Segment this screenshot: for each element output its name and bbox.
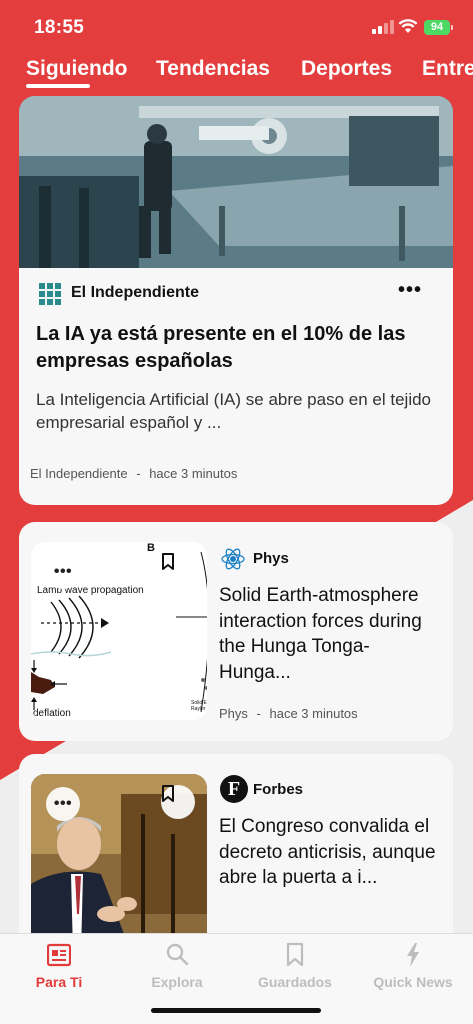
meta-source: El Independiente bbox=[30, 466, 128, 481]
phys-logo-icon bbox=[220, 546, 246, 572]
nav-para-ti[interactable]: Para Ti bbox=[0, 934, 118, 1014]
more-options-icon[interactable]: ••• bbox=[46, 555, 80, 589]
meta-time: hace 3 minutos bbox=[269, 706, 358, 721]
tab-deportes[interactable]: Deportes bbox=[301, 57, 392, 81]
cellular-signal-icon bbox=[372, 20, 394, 34]
more-options-icon[interactable]: ••• bbox=[46, 787, 80, 821]
nav-explora[interactable]: Explora bbox=[118, 934, 236, 1014]
figure-label: Rayler bbox=[191, 706, 206, 712]
nav-label: Guardados bbox=[258, 974, 332, 990]
tab-siguiendo[interactable]: Siguiendo bbox=[26, 57, 128, 81]
battery-tip bbox=[451, 25, 453, 30]
article-thumbnail[interactable]: B Lamb wave propagation deflation Solid … bbox=[31, 542, 207, 720]
figure-label: Lamb wave propagation bbox=[37, 585, 144, 596]
el-independiente-logo-icon bbox=[39, 283, 61, 305]
article-meta: Phys - hace 3 minutos bbox=[219, 706, 358, 721]
article-title[interactable]: El Congreso convalida el decreto anticri… bbox=[219, 814, 444, 891]
article-title[interactable]: Solid Earth-atmosphere interaction force… bbox=[219, 583, 441, 685]
article-summary: La Inteligencia Artificial (IA) se abre … bbox=[36, 390, 432, 432]
nav-label: Para Ti bbox=[35, 974, 83, 990]
meta-separator: - bbox=[136, 466, 141, 481]
battery-level: 94 bbox=[424, 20, 450, 35]
bookmark-icon[interactable] bbox=[161, 553, 195, 587]
news-card[interactable]: El Independiente ••• La IA ya está prese… bbox=[19, 96, 453, 505]
nav-label: Quick News bbox=[373, 974, 453, 990]
meta-source: Phys bbox=[219, 706, 248, 721]
article-title[interactable]: La IA ya está presente en el 10% de las … bbox=[36, 321, 436, 375]
article-image bbox=[19, 96, 453, 268]
more-options-icon[interactable]: ••• bbox=[398, 280, 422, 300]
status-bar: 18:55 94 bbox=[0, 0, 473, 54]
tab-entretenimiento[interactable]: Entre bbox=[422, 57, 473, 81]
source-name: Phys bbox=[253, 550, 289, 567]
article-thumbnail[interactable]: ••• bbox=[31, 774, 207, 944]
search-icon bbox=[166, 943, 189, 966]
bookmark-icon[interactable] bbox=[161, 785, 195, 819]
figure-panel-label: B bbox=[147, 542, 155, 554]
meta-separator: - bbox=[256, 706, 261, 721]
active-tab-indicator bbox=[26, 84, 90, 88]
tab-tendencias[interactable]: Tendencias bbox=[156, 57, 270, 81]
category-tabs: Siguiendo Tendencias Deportes Entre bbox=[0, 54, 473, 94]
source-name: El Independiente bbox=[71, 284, 200, 301]
newspaper-icon bbox=[47, 943, 71, 967]
wifi-icon bbox=[398, 19, 418, 33]
article-meta: El Independiente - hace 3 minutos bbox=[30, 466, 237, 481]
home-indicator bbox=[151, 1008, 321, 1013]
news-card[interactable]: ••• F Forbes El Congreso convalida el de… bbox=[19, 754, 453, 944]
forbes-logo-icon: F bbox=[220, 775, 248, 803]
news-card[interactable]: B Lamb wave propagation deflation Solid … bbox=[19, 522, 453, 741]
status-time: 18:55 bbox=[34, 17, 85, 38]
lightning-icon bbox=[407, 943, 419, 967]
nav-label: Explora bbox=[151, 974, 203, 990]
meta-time: hace 3 minutos bbox=[149, 466, 238, 481]
figure-label: deflation bbox=[33, 708, 71, 719]
source-name: Forbes bbox=[253, 781, 304, 798]
nav-guardados[interactable]: Guardados bbox=[236, 934, 354, 1014]
nav-quick-news[interactable]: Quick News bbox=[354, 934, 472, 1014]
bookmark-icon bbox=[286, 942, 304, 967]
